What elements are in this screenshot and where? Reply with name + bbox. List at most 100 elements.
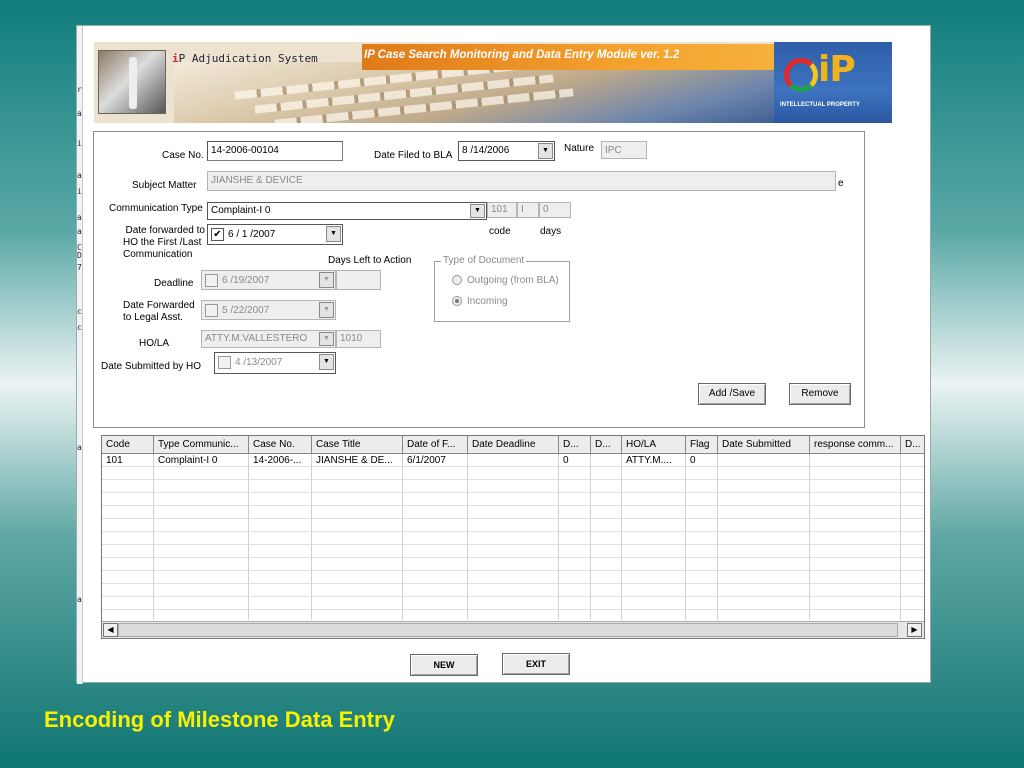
column-header[interactable]: Date Deadline [468,436,559,454]
code-caption: code [489,226,511,237]
table-row[interactable] [102,571,924,584]
document-type-group: Type of Document Outgoing (from BLA) Inc… [434,255,570,322]
table-cell: 0 [690,455,696,466]
hola-label: HO/LA [139,338,170,349]
table-row[interactable] [102,467,924,480]
chevron-down-icon[interactable]: ▼ [470,204,485,218]
hola-code-field: 1010 [336,330,381,348]
table-cell: ATTY.M.... [626,455,672,466]
table-row[interactable] [102,545,924,558]
date-forwarded-picker[interactable]: ✔ 6 / 1 /2007 ▼ [207,224,343,245]
edge-glyph: a [77,214,82,222]
table-cell: 0 [563,455,569,466]
module-title: IP Case Search Monitoring and Data Entry… [364,49,680,61]
document-type-title: Type of Document [441,255,527,266]
table-cell: JIANSHE & DE... [316,455,393,466]
communication-code-field: 101 [487,202,517,218]
table-row[interactable] [102,519,924,532]
date-forwarded-checkbox[interactable]: ✔ [211,228,224,241]
column-header[interactable]: Type Communic... [154,436,249,454]
application-window: r a i a i a a C D 7 c c a a iP Adjudicat… [76,25,931,684]
add-save-button[interactable]: Add /Save [698,383,766,405]
table-row[interactable] [102,584,924,597]
hola-select[interactable]: ATTY.M.VALLESTERO ▼ [201,330,336,348]
outgoing-label: Outgoing (from BLA) [467,275,559,286]
edge-glyph: D [77,252,82,260]
column-header[interactable]: Date Submitted [718,436,810,454]
table-cell: 6/1/2007 [407,455,446,466]
case-no-field[interactable]: 14-2006-00104 [207,141,343,161]
days-caption: days [540,226,562,237]
edge-glyph: a [77,444,82,452]
date-forwarded-label-line2: HO the First /Last [123,237,202,248]
scroll-left-icon[interactable]: ◀ [103,623,118,637]
edge-glyph: C [77,244,82,252]
deadline-checkbox[interactable] [205,274,218,287]
chevron-down-icon[interactable]: ▼ [538,143,553,159]
edge-glyph: a [77,110,82,118]
table-row[interactable] [102,532,924,545]
date-forwarded-label-line3: Communication [123,249,193,260]
table-row[interactable] [102,558,924,571]
forwarded-legal-picker[interactable]: 5 /22/2007 ▼ [201,300,336,320]
column-header[interactable]: D... [591,436,622,454]
nature-field: IPC [601,141,647,159]
edge-glyph: c [77,308,82,316]
case-no-label: Case No. [162,150,204,161]
date-submitted-picker[interactable]: 4 /13/2007 ▼ [214,352,336,374]
scroll-right-icon[interactable]: ▶ [907,623,922,637]
date-filed-picker[interactable]: 8 /14/2006 ▼ [458,141,555,161]
date-forwarded-label-line1: Date forwarded to [125,225,206,236]
ip-logo: iP INTELLECTUAL PROPERTY [774,42,892,123]
milestone-grid[interactable]: Code Type Communic... Case No. Case Titl… [101,435,925,639]
communication-type-select[interactable]: Complaint-I 0 ▼ [207,202,487,220]
new-button[interactable]: NEW [410,654,478,676]
banner-keyboard-image [174,60,794,123]
chevron-down-icon[interactable]: ▼ [319,354,334,370]
table-row[interactable]: 101 Complaint-I 0 14-2006-... JIANSHE & … [102,454,924,467]
column-header[interactable]: HO/LA [622,436,686,454]
app-banner: iP Adjudication System IP Case Search Mo… [94,42,892,123]
table-row[interactable] [102,493,924,506]
edge-glyph: i [77,140,82,148]
column-header[interactable]: D... [559,436,591,454]
forwarded-legal-checkbox[interactable] [205,304,218,317]
table-row[interactable] [102,506,924,519]
column-header[interactable]: D... [901,436,924,454]
deadline-picker[interactable]: 6 /19/2007 ▼ [201,270,336,290]
communication-type-label: Communication Type [109,203,203,214]
table-cell: Complaint-I 0 [158,455,218,466]
date-submitted-label: Date Submitted by HO [101,361,202,372]
edge-glyph: a [77,596,82,604]
table-cell: 101 [106,455,123,466]
column-header[interactable]: Case No. [249,436,312,454]
deadline-label: Deadline [154,278,194,289]
table-row[interactable] [102,480,924,493]
incoming-radio[interactable] [452,296,462,306]
incoming-label: Incoming [467,296,508,307]
date-filed-label: Date Filed to BLA [374,150,453,161]
table-row[interactable] [102,597,924,610]
chevron-down-icon[interactable]: ▼ [319,302,334,318]
scroll-thumb[interactable] [118,623,898,637]
outgoing-radio[interactable] [452,275,462,285]
column-header[interactable]: Flag [686,436,718,454]
communication-days-field: 0 [539,202,571,218]
column-header[interactable]: Case Title [312,436,403,454]
date-submitted-checkbox[interactable] [218,356,231,369]
swirl-icon [784,58,818,92]
chevron-down-icon[interactable]: ▼ [319,272,334,288]
communication-flag-field: I [517,202,539,218]
chevron-down-icon[interactable]: ▼ [326,226,341,242]
days-left-label: Days Left to Action [328,255,412,266]
remove-button[interactable]: Remove [789,383,851,405]
horizontal-scrollbar[interactable]: ◀ ▶ [102,621,924,638]
logo-caption: INTELLECTUAL PROPERTY [780,102,860,108]
exit-button[interactable]: EXIT [502,653,570,675]
grid-header: Code Type Communic... Case No. Case Titl… [102,436,924,454]
column-header[interactable]: response comm... [810,436,901,454]
edge-glyph: i [77,188,82,196]
chevron-down-icon[interactable]: ▼ [319,332,334,346]
column-header[interactable]: Code [102,436,154,454]
column-header[interactable]: Date of F... [403,436,468,454]
